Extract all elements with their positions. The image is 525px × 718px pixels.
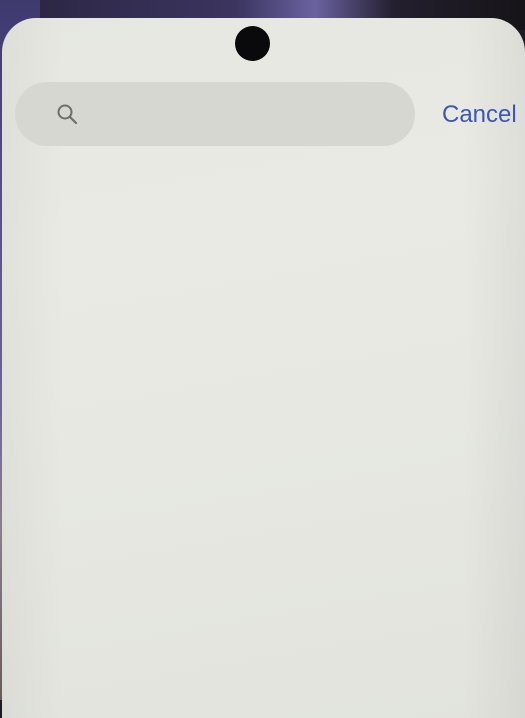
search-icon	[55, 102, 79, 126]
front-camera-cutout	[235, 26, 270, 61]
cancel-button[interactable]: Cancel	[442, 98, 517, 132]
search-bar[interactable]	[15, 82, 415, 148]
search-results-area	[2, 160, 525, 700]
search-input[interactable]	[93, 82, 397, 148]
